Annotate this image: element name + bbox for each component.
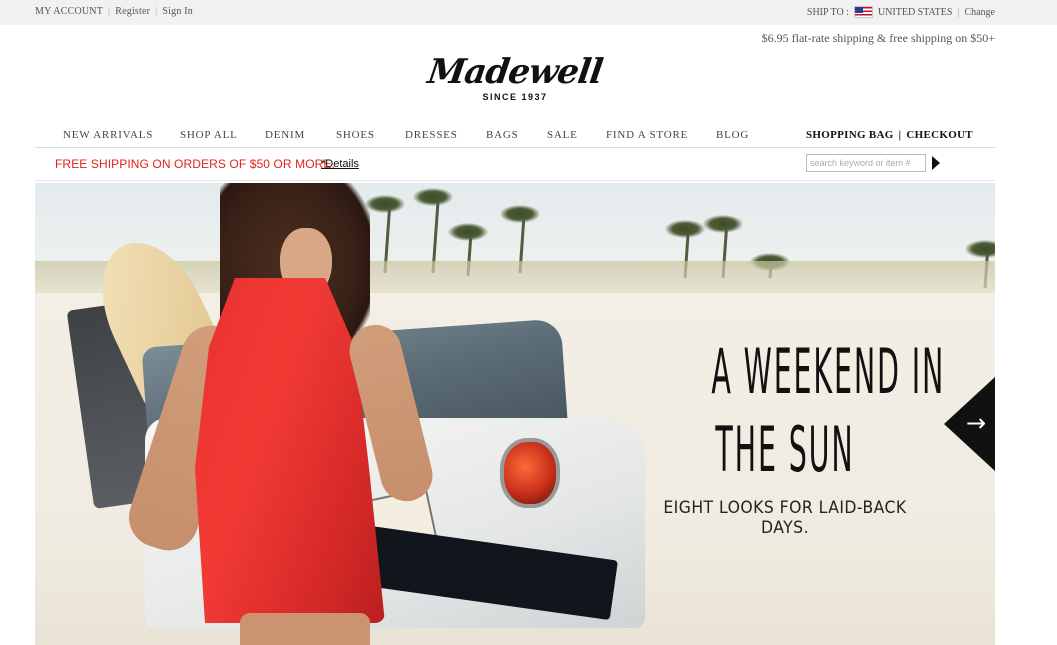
nav-shoes[interactable]: SHOES	[336, 129, 375, 141]
hero-next-button[interactable]: →	[944, 377, 995, 471]
nav-shop-all[interactable]: SHOP ALL	[180, 129, 238, 141]
my-account-link[interactable]: MY ACCOUNT	[35, 6, 103, 17]
shopping-bag-link[interactable]: SHOPPING BAG	[806, 129, 894, 141]
nav-find-a-store[interactable]: FIND A STORE	[606, 129, 688, 141]
search-submit-arrow-icon[interactable]	[932, 156, 940, 170]
sign-in-link[interactable]: Sign In	[162, 6, 193, 17]
main-nav: NEW ARRIVALS SHOP ALL DENIM SHOES DRESSE…	[35, 122, 995, 148]
nav-sale[interactable]: SALE	[547, 129, 578, 141]
hero-subhead: EIGHT LOOKS FOR LAID-BACK DAYS.	[663, 498, 907, 538]
nav-dresses[interactable]: DRESSES	[405, 129, 458, 141]
nav-bags[interactable]: BAGS	[486, 129, 519, 141]
util-separator: |	[108, 6, 111, 17]
nav-blog[interactable]: BLOG	[716, 129, 749, 141]
nav-new-arrivals[interactable]: NEW ARRIVALS	[63, 129, 153, 141]
nav-denim[interactable]: DENIM	[265, 129, 305, 141]
ship-to-label: SHIP TO :	[806, 6, 849, 18]
hero-headline: A WEEKEND IN THE SUN	[711, 333, 946, 489]
register-link[interactable]: Register	[115, 6, 150, 17]
search-input[interactable]	[806, 154, 926, 172]
us-flag-icon	[853, 6, 873, 18]
ship-to-country: UNITED STATES	[877, 6, 953, 18]
hero-banner[interactable]: A WEEKEND IN THE SUN EIGHT LOOKS FOR LAI…	[35, 183, 995, 645]
logo[interactable]: Madewell SINCE 1937	[425, 52, 605, 102]
free-shipping-promo: FREE SHIPPING ON ORDERS OF $50 OR MORE.	[55, 157, 335, 171]
logo-tagline: SINCE 1937	[482, 92, 548, 102]
arrow-right-icon: →	[966, 409, 987, 437]
logo-wordmark: Madewell	[425, 52, 605, 92]
promo-details-link[interactable]: *Details	[321, 158, 359, 170]
model-legs-image	[240, 613, 370, 645]
shipping-promo-text: $6.95 flat-rate shipping & free shipping…	[761, 31, 995, 45]
nav-separator: |	[898, 129, 902, 141]
jeep-taillight-image	[500, 438, 560, 508]
change-country-link[interactable]: Change	[964, 7, 995, 18]
headline-line-2: THE SUN	[715, 413, 855, 486]
cart-links: SHOPPING BAG | CHECKOUT	[806, 129, 973, 141]
ship-to: SHIP TO : UNITED STATES | Change	[807, 6, 995, 18]
util-separator: |	[155, 6, 158, 17]
promo-bar: FREE SHIPPING ON ORDERS OF $50 OR MORE. …	[35, 148, 995, 181]
headline-line-1: A WEEKEND IN	[711, 335, 946, 408]
checkout-link[interactable]: CHECKOUT	[906, 129, 973, 141]
util-separator: |	[957, 6, 960, 18]
utility-bar: MY ACCOUNT | Register | Sign In SHIP TO : UN…	[0, 0, 1057, 25]
account-links: MY ACCOUNT | Register | Sign In	[35, 6, 193, 17]
